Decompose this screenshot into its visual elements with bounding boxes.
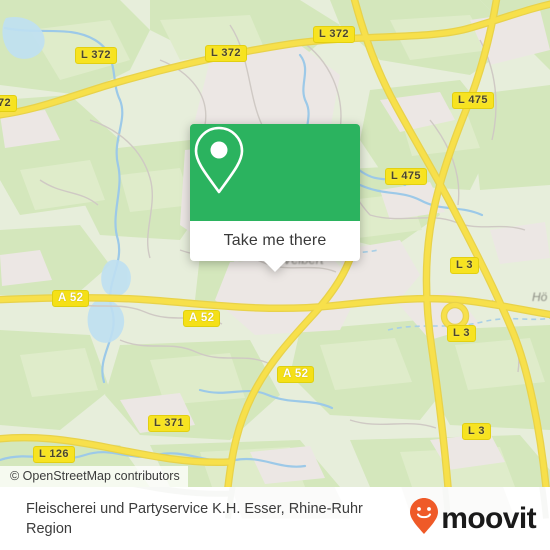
road-shield: A 52 — [52, 290, 90, 307]
road-shield: A 52 — [183, 310, 221, 327]
road-shield: L 372 — [205, 45, 247, 62]
card-action-bar[interactable]: Take me there — [190, 221, 360, 272]
road-shield: L 3 — [450, 257, 479, 274]
moovit-logo[interactable]: moovit — [409, 497, 537, 540]
moovit-place-card: Hö Velbert L 372 L 372 L 372 72 L 475 L … — [0, 0, 550, 550]
place-title: Fleischerei und Partyservice K.H. Esser,… — [26, 500, 363, 537]
road-shield: L 3 — [462, 423, 491, 440]
take-me-there-label: Take me there — [223, 232, 327, 249]
osm-attribution-text: © OpenStreetMap contributors — [10, 469, 180, 483]
card-pointer-tail — [263, 260, 287, 272]
moovit-pin-smile-icon — [409, 497, 439, 540]
road-shield: A 52 — [277, 366, 315, 383]
map-place-label: Hö — [532, 290, 548, 304]
take-me-there-card[interactable]: Take me there — [190, 124, 360, 272]
road-shield: L 371 — [148, 415, 190, 432]
card-image-area — [190, 124, 360, 221]
moovit-wordmark: moovit — [441, 501, 536, 535]
osm-attribution[interactable]: © OpenStreetMap contributors — [0, 466, 188, 487]
footer-bar: Fleischerei und Partyservice K.H. Esser,… — [0, 487, 550, 550]
road-shield: L 372 — [75, 47, 117, 64]
road-shield: 72 — [0, 95, 18, 112]
road-shield: L 475 — [452, 92, 494, 109]
road-shield: L 3 — [447, 325, 476, 342]
road-shield: L 126 — [33, 446, 75, 463]
road-shield: L 475 — [385, 168, 427, 185]
map-canvas[interactable]: Hö Velbert L 372 L 372 L 372 72 L 475 L … — [0, 0, 550, 487]
road-shield: L 372 — [313, 26, 355, 43]
